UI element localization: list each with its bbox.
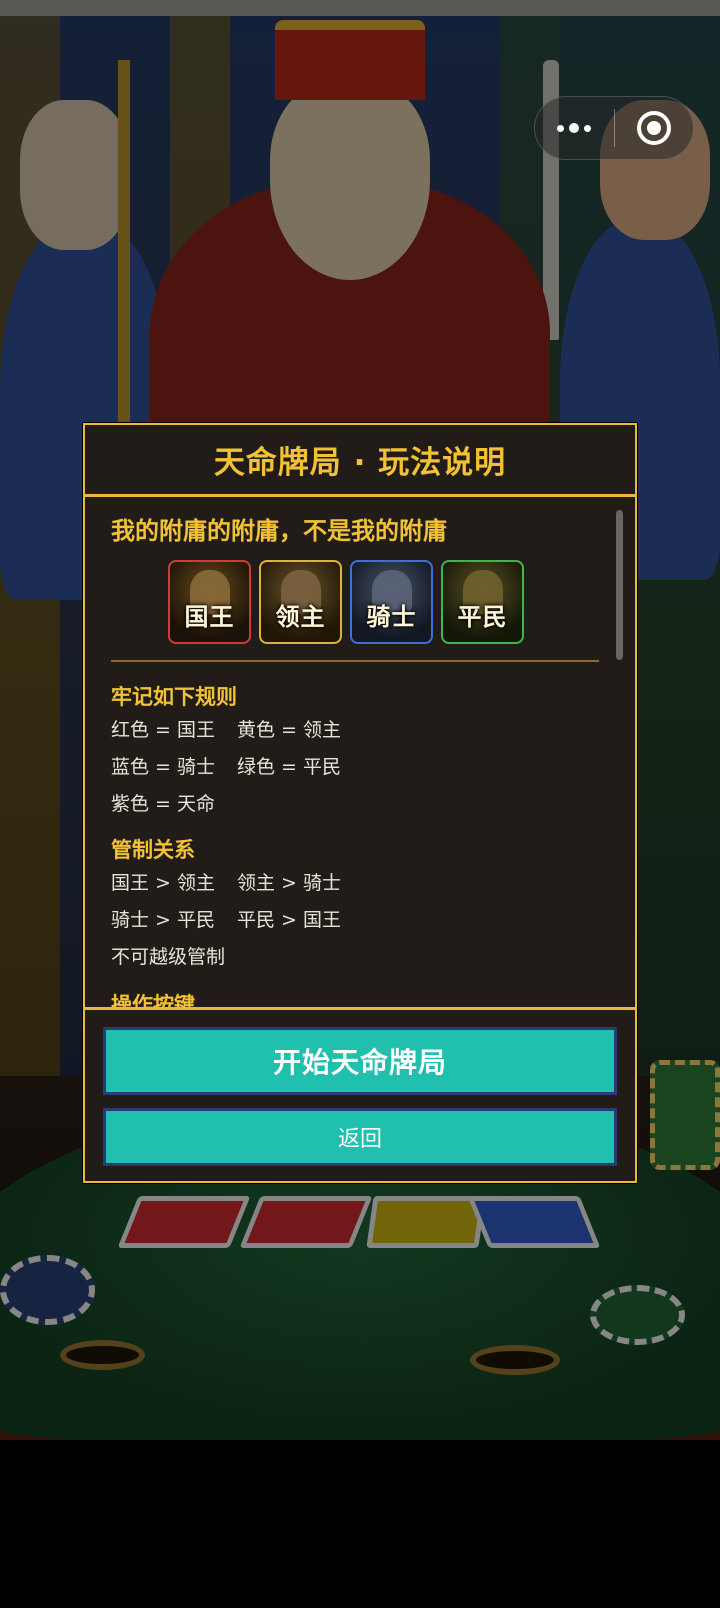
dialog-footer: 开始天命牌局 返回 — [85, 1007, 635, 1181]
rule-line: 红色 = 国王 黄色 = 领主 — [111, 712, 611, 749]
rule-text: 绿色 = 平民 — [237, 756, 341, 778]
rule-text: 国王 > 领主 — [111, 872, 215, 894]
rule-text: 不可越级管制 — [111, 946, 226, 968]
role-card-civilian: 平民 — [441, 560, 524, 644]
rules-content: 我的附庸的附庸，不是我的附庸 国王 领主 骑士 平民 牢记如下规则 红色 = 国… — [111, 500, 611, 1007]
operation-section-title: 操作按键 — [111, 993, 195, 1007]
rule-line: 国王 > 领主 领主 > 骑士 — [111, 865, 611, 902]
rules-section-title: 牢记如下规则 — [111, 685, 237, 709]
rule-text: 紫色 = 天命 — [111, 793, 215, 815]
role-card-king: 国王 — [168, 560, 251, 644]
rule-line: 不可越级管制 — [111, 939, 611, 976]
rule-line: 骑士 > 平民 平民 > 国王 — [111, 902, 611, 939]
rules-scroll-area[interactable]: 我的附庸的附庸，不是我的附庸 国王 领主 骑士 平民 牢记如下规则 红色 = 国… — [85, 500, 635, 1007]
role-card-label: 国王 — [184, 603, 235, 631]
rule-text: 蓝色 = 骑士 — [111, 756, 215, 778]
role-card-label: 领主 — [275, 603, 326, 631]
more-dots-icon[interactable] — [535, 97, 614, 159]
rule-text: 领主 > 骑士 — [237, 872, 341, 894]
role-card-label: 平民 — [457, 603, 508, 631]
start-game-button[interactable]: 开始天命牌局 — [103, 1027, 617, 1095]
role-card-label: 骑士 — [366, 603, 417, 631]
rule-text: 骑士 > 平民 — [111, 909, 215, 931]
rule-text: 黄色 = 领主 — [237, 719, 341, 741]
rule-line: 蓝色 = 骑士 绿色 = 平民 — [111, 749, 611, 786]
dialog-title: 天命牌局 · 玩法说明 — [213, 445, 507, 481]
miniprogram-capsule — [534, 96, 694, 160]
close-circle-icon[interactable] — [615, 97, 694, 159]
role-card-lord: 领主 — [259, 560, 342, 644]
role-card-row: 国王 领主 骑士 平民 — [168, 560, 611, 644]
dialog-header: 天命牌局 · 玩法说明 — [85, 425, 635, 497]
intro-heading: 我的附庸的附庸，不是我的附庸 — [111, 517, 447, 545]
rule-line: 紫色 = 天命 — [111, 786, 611, 823]
back-button[interactable]: 返回 — [103, 1108, 617, 1166]
rules-dialog: 天命牌局 · 玩法说明 我的附庸的附庸，不是我的附庸 国王 领主 骑士 平民 牢… — [83, 423, 637, 1183]
section-divider — [111, 660, 599, 662]
control-section-title: 管制关系 — [111, 838, 195, 862]
scrollbar-thumb[interactable] — [616, 510, 623, 660]
role-card-knight: 骑士 — [350, 560, 433, 644]
rule-text: 红色 = 国王 — [111, 719, 215, 741]
rule-text: 平民 > 国王 — [237, 909, 341, 931]
bottom-blank-area — [0, 1440, 720, 1608]
